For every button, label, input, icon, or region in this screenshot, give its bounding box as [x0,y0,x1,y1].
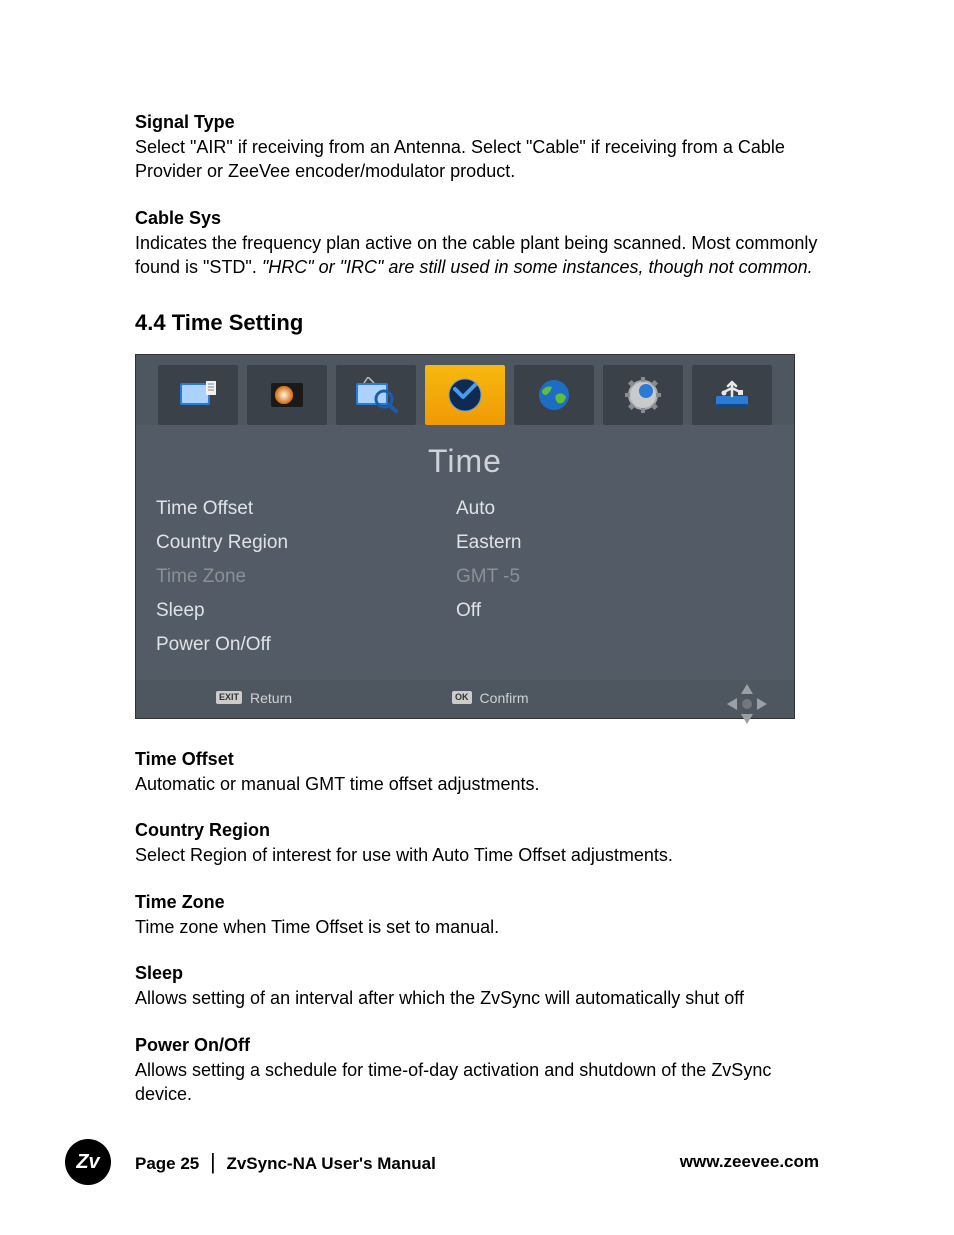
power-body: Allows setting a schedule for time-of-da… [135,1058,819,1107]
footer-url: www.zeevee.com [680,1152,819,1172]
tab-time[interactable] [425,365,505,425]
osd-label: Time Offset [156,498,456,520]
tab-channel[interactable] [158,365,238,425]
osd-ok-hint: OK Confirm [452,690,529,706]
osd-label: Sleep [156,600,456,622]
zv-logo-icon: Zv [65,1139,111,1185]
sleep-body: Allows setting of an interval after whic… [135,986,819,1010]
time-zone-body: Time zone when Time Offset is set to man… [135,915,819,939]
osd-title: Time [156,425,774,492]
time-setting-heading: 4.4 Time Setting [135,310,819,336]
osd-row-time-zone: Time Zone GMT -5 [156,560,774,594]
osd-row-power[interactable]: Power On/Off [156,628,774,662]
power-heading: Power On/Off [135,1033,819,1058]
usb-icon [712,378,752,412]
tab-settings[interactable] [603,365,683,425]
ok-key-badge: OK [452,691,472,704]
osd-value: GMT -5 [456,566,774,588]
osd-row-sleep[interactable]: Sleep Off [156,594,774,628]
ok-label: Confirm [480,690,529,706]
signal-type-section: Signal Type Select "AIR" if receiving fr… [135,110,819,184]
globe-icon [536,377,572,413]
osd-label: Time Zone [156,566,456,588]
osd-value: Eastern [456,532,774,554]
osd-tab-bar [136,355,794,425]
country-region-heading: Country Region [135,818,819,843]
power-section: Power On/Off Allows setting a schedule f… [135,1033,819,1107]
osd-label: Country Region [156,532,456,554]
osd-row-time-offset[interactable]: Time Offset Auto [156,492,774,526]
exit-label: Return [250,690,292,706]
cable-sys-section: Cable Sys Indicates the frequency plan a… [135,206,819,280]
osd-body: Time Time Offset Auto Country Region Eas… [136,425,794,680]
tab-search[interactable] [336,365,416,425]
signal-type-heading: Signal Type [135,110,819,135]
osd-exit-hint: EXIT Return [216,690,292,706]
cable-sys-body-italic: "HRC" or "IRC" are still used in some in… [262,257,813,277]
footer-page: Page 25 [135,1154,199,1173]
country-region-body: Select Region of interest for use with A… [135,843,819,867]
country-region-section: Country Region Select Region of interest… [135,818,819,867]
dpad-icon [725,682,769,726]
sleep-heading: Sleep [135,961,819,986]
osd-label: Power On/Off [156,634,456,656]
osd-row-country-region[interactable]: Country Region Eastern [156,526,774,560]
footer-page-info: Page 25 | ZvSync-NA User's Manual [135,1149,436,1175]
clock-icon [445,375,485,415]
footer-title: ZvSync-NA User's Manual [226,1154,435,1173]
picture-icon [267,379,307,411]
tab-region[interactable] [514,365,594,425]
time-offset-body: Automatic or manual GMT time offset adju… [135,772,819,796]
osd-footer: EXIT Return OK Confirm [136,680,794,718]
footer-separator: | [210,1149,216,1174]
time-zone-section: Time Zone Time zone when Time Offset is … [135,890,819,939]
signal-type-body: Select "AIR" if receiving from an Antenn… [135,135,819,184]
osd-value [456,634,774,656]
osd-value: Auto [456,498,774,520]
tv-search-icon [354,377,398,413]
tab-picture[interactable] [247,365,327,425]
time-offset-heading: Time Offset [135,747,819,772]
osd-screenshot: Time Time Offset Auto Country Region Eas… [135,354,795,719]
channel-icon [178,379,218,411]
time-zone-heading: Time Zone [135,890,819,915]
sleep-section: Sleep Allows setting of an interval afte… [135,961,819,1010]
page-footer: Zv Page 25 | ZvSync-NA User's Manual www… [135,1149,819,1175]
zv-logo-text: Zv [76,1151,99,1174]
cable-sys-heading: Cable Sys [135,206,819,231]
cable-sys-body: Indicates the frequency plan active on t… [135,231,819,280]
gear-icon [623,375,663,415]
exit-key-badge: EXIT [216,691,242,704]
time-offset-section: Time Offset Automatic or manual GMT time… [135,747,819,796]
tab-usb[interactable] [692,365,772,425]
osd-value: Off [456,600,774,622]
